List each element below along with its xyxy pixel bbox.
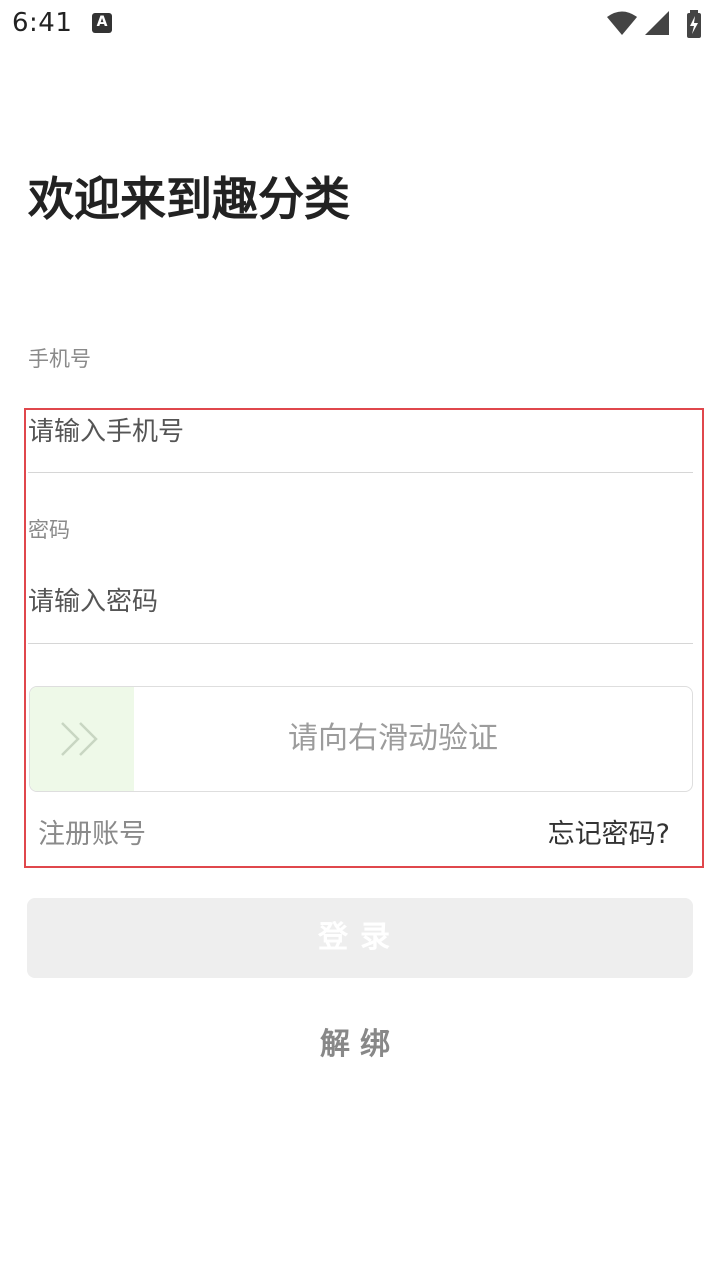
status-time: 6:41: [12, 8, 73, 38]
password-label: 密码: [28, 518, 70, 542]
phone-label: 手机号: [28, 347, 91, 371]
highlight-box: [24, 408, 704, 868]
slide-handle[interactable]: [30, 687, 134, 791]
register-link[interactable]: 注册账号: [38, 812, 146, 851]
page-title: 欢迎来到趣分类: [28, 172, 350, 226]
a-icon: A: [92, 13, 112, 33]
wifi-icon: [607, 11, 637, 35]
slide-verify[interactable]: 请向右滑动验证: [29, 686, 693, 792]
slide-verify-text: 请向右滑动验证: [288, 721, 498, 756]
status-bar: 6:41 A: [0, 0, 720, 50]
double-chevron-right-icon: [61, 722, 98, 756]
unbind-button[interactable]: 解绑: [260, 1020, 460, 1070]
login-button[interactable]: 登录: [27, 898, 693, 978]
battery-icon: [687, 10, 701, 38]
signal-icon: [645, 11, 669, 35]
status-icons: [606, 10, 706, 38]
login-screen: 6:41 A 欢迎来到趣分类 手机号 密码 请向右: [0, 0, 720, 1280]
password-input[interactable]: [28, 570, 693, 634]
phone-divider: [28, 472, 693, 473]
phone-input[interactable]: [28, 400, 693, 464]
password-divider: [28, 643, 693, 644]
forgot-password-link[interactable]: 忘记密码?: [548, 812, 670, 851]
